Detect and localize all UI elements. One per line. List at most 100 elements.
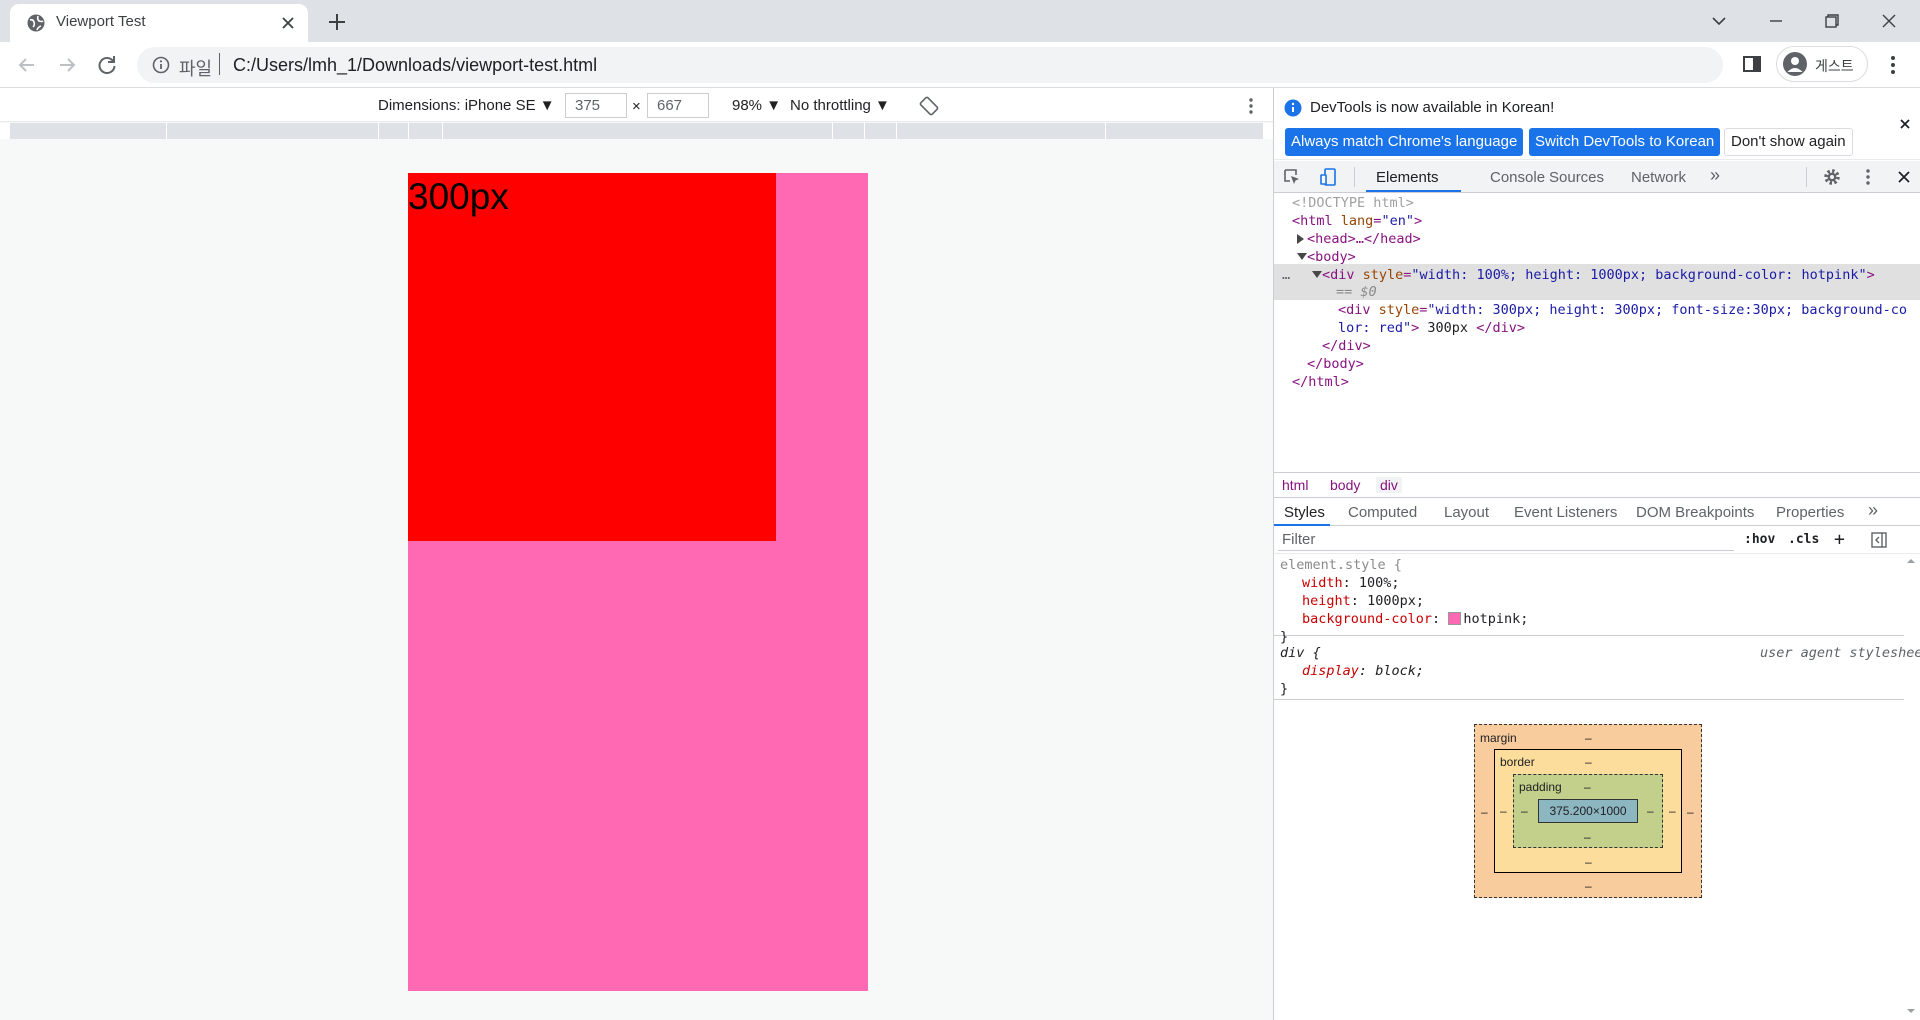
node-actions-ellipsis[interactable]: … — [1282, 266, 1290, 284]
ua-div-close: } — [1280, 681, 1289, 697]
zoom-select[interactable]: 98% ▼ — [732, 97, 781, 114]
url-text[interactable]: C:/Users/lmh_1/Downloads/viewport-test.h… — [233, 55, 597, 76]
head-node[interactable]: <head>…</head> — [1307, 230, 1421, 248]
close-window-icon[interactable] — [1876, 8, 1902, 34]
body-node[interactable]: <body> — [1307, 248, 1356, 266]
styles-pane: element.style { width: 100%; height: 100… — [1274, 554, 1920, 1020]
forward-icon[interactable] — [54, 52, 80, 78]
toggle-sidebar-icon[interactable] — [1870, 531, 1888, 549]
tab-computed[interactable]: Computed — [1348, 504, 1417, 521]
dont-show-again-button[interactable]: Don't show again — [1724, 128, 1853, 156]
always-match-language-button[interactable]: Always match Chrome's language — [1285, 128, 1524, 156]
close-tab-icon[interactable] — [278, 13, 298, 33]
close-devtools-icon[interactable] — [1894, 167, 1914, 187]
margin-label: margin — [1480, 731, 1517, 745]
scroll-up-arrow-icon[interactable] — [1904, 554, 1918, 568]
inner-div-node-cont[interactable]: lor: red"> 300px </div> — [1338, 319, 1525, 337]
breadcrumb-html[interactable]: html — [1282, 477, 1308, 493]
devtools-panel: DevTools is now available in Korean! Alw… — [1273, 88, 1920, 1020]
selected-node-marker: == $0 — [1336, 284, 1377, 300]
style-prop-height[interactable]: height: 1000px; — [1302, 592, 1424, 610]
info-icon[interactable] — [151, 55, 171, 75]
tab-layout[interactable]: Layout — [1444, 504, 1489, 521]
doctype-node[interactable]: <!DOCTYPE html> — [1292, 194, 1414, 212]
kebab-menu-icon[interactable] — [1880, 52, 1906, 78]
breadcrumb-div[interactable]: div — [1376, 477, 1402, 493]
border-right-value: – — [1669, 804, 1676, 818]
address-bar[interactable]: 파일 C:/Users/lmh_1/Downloads/viewport-tes… — [137, 47, 1723, 83]
globe-icon — [27, 14, 45, 32]
border-label: border — [1500, 755, 1535, 769]
hotpink-container: 300px — [408, 173, 868, 991]
elements-tree: <!DOCTYPE html> <html lang="en"> <head>…… — [1274, 194, 1920, 470]
border-bottom-value: – — [1585, 855, 1592, 869]
restore-icon[interactable] — [1819, 8, 1845, 34]
class-toggle[interactable]: .cls — [1788, 532, 1819, 547]
html-node[interactable]: <html lang="en"> — [1292, 212, 1422, 230]
inspect-element-icon[interactable] — [1282, 167, 1302, 187]
collapse-div-triangle[interactable] — [1312, 271, 1322, 278]
style-prop-background-color[interactable]: background-color: hotpink; — [1302, 610, 1528, 628]
hover-state-toggle[interactable]: :hov — [1744, 532, 1775, 547]
profile-button[interactable]: 게스트 — [1776, 46, 1868, 82]
styles-filter-input[interactable] — [1278, 529, 1734, 551]
box-model-border[interactable]: border – – – – padding – – – – 375.200×1… — [1494, 749, 1682, 873]
new-tab-icon[interactable] — [325, 10, 349, 34]
inner-div-node[interactable]: <div style="width: 300px; height: 300px;… — [1338, 301, 1907, 319]
settings-gear-icon[interactable] — [1822, 167, 1842, 187]
device-height-input[interactable]: 667 — [647, 93, 709, 118]
tab-console[interactable]: Console — [1490, 169, 1545, 186]
red-box-label: 300px — [408, 176, 509, 217]
outer-div-node[interactable]: <div style="width: 100%; height: 1000px;… — [1322, 266, 1875, 284]
scheme-label: 파일 — [179, 59, 213, 79]
red-box: 300px — [408, 173, 776, 541]
styles-filter-bar: :hov .cls + — [1274, 526, 1920, 554]
rotate-icon[interactable] — [918, 95, 940, 117]
device-width-input[interactable]: 375 — [565, 93, 627, 118]
html-close[interactable]: </html> — [1292, 373, 1349, 391]
scroll-down-arrow-icon[interactable] — [1904, 1004, 1918, 1018]
tab-event-listeners[interactable]: Event Listeners — [1514, 504, 1617, 521]
ua-prop-display: display: block; — [1302, 663, 1424, 679]
body-close[interactable]: </body> — [1307, 355, 1364, 373]
tab-dom-breakpoints[interactable]: DOM Breakpoints — [1636, 504, 1754, 521]
reload-icon[interactable] — [94, 52, 120, 78]
border-top-value: – — [1585, 755, 1592, 769]
outer-div-close[interactable]: </div> — [1322, 337, 1371, 355]
tab-styles[interactable]: Styles — [1284, 504, 1325, 521]
styles-tabbar: Styles Computed Layout Event Listeners D… — [1274, 498, 1920, 526]
device-dimensions-select[interactable]: Dimensions: iPhone SE ▼ — [378, 97, 555, 114]
breadcrumb-body[interactable]: body — [1330, 477, 1360, 493]
browser-tab[interactable]: Viewport Test — [10, 4, 308, 42]
tab-elements[interactable]: Elements — [1376, 169, 1439, 186]
box-model-margin[interactable]: margin – – – – border – – – – padding – … — [1474, 724, 1702, 898]
expand-head-triangle[interactable] — [1297, 234, 1304, 244]
minimize-icon[interactable] — [1763, 8, 1789, 34]
padding-left-value: – — [1521, 804, 1528, 818]
color-swatch[interactable] — [1448, 612, 1462, 625]
close-infobar-icon[interactable] — [1896, 115, 1914, 133]
new-style-rule-button[interactable]: + — [1834, 529, 1845, 550]
box-model-padding[interactable]: padding – – – – 375.200×1000 — [1513, 774, 1663, 848]
tab-network[interactable]: Network — [1631, 169, 1686, 186]
margin-top-value: – — [1585, 731, 1592, 745]
switch-to-korean-button[interactable]: Switch DevTools to Korean — [1529, 128, 1721, 156]
media-query-ruler — [0, 123, 1273, 139]
tab-title: Viewport Test — [56, 13, 146, 30]
more-tabs-button[interactable]: » — [1710, 165, 1720, 186]
tab-search-icon[interactable] — [1706, 8, 1732, 34]
throttling-select[interactable]: No throttling ▼ — [790, 97, 890, 114]
tab-properties[interactable]: Properties — [1776, 504, 1844, 521]
padding-label: padding — [1519, 780, 1562, 794]
side-panel-icon[interactable] — [1740, 52, 1764, 76]
collapse-body-triangle[interactable] — [1297, 253, 1307, 260]
more-subtabs-button[interactable]: » — [1868, 500, 1878, 521]
box-model-content[interactable]: 375.200×1000 — [1538, 799, 1638, 823]
style-prop-width[interactable]: width: 100%; — [1302, 574, 1400, 592]
device-toolbar-icon[interactable] — [1318, 167, 1338, 187]
devtools-menu-icon[interactable] — [1858, 167, 1878, 187]
device-options-icon[interactable] — [1240, 95, 1262, 117]
back-icon[interactable] — [14, 52, 40, 78]
tab-sources[interactable]: Sources — [1549, 169, 1604, 186]
language-infobar: DevTools is now available in Korean! Alw… — [1274, 88, 1920, 160]
